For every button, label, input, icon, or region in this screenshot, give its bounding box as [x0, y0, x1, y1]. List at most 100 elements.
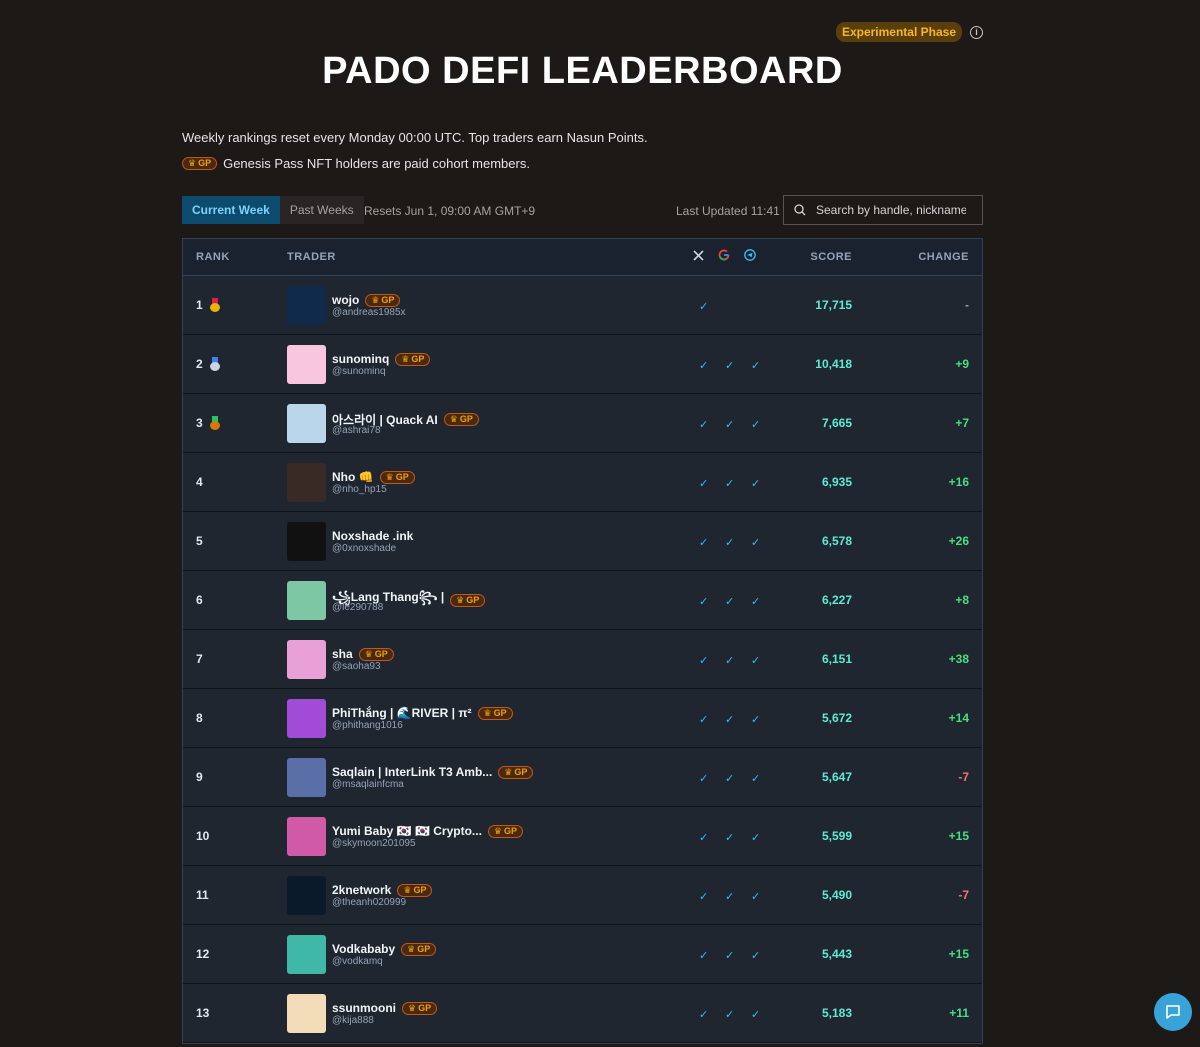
trader-handle[interactable]: @phithang1016 [332, 720, 403, 731]
trader-handle[interactable]: @ashrai78 [332, 425, 381, 436]
rank-change: +11 [949, 1006, 969, 1020]
trader-handle[interactable]: @le290788 [332, 602, 383, 613]
avatar[interactable] [287, 876, 326, 915]
avatar[interactable] [287, 994, 326, 1033]
crown-icon: ♛ [385, 471, 394, 482]
rank-change: -7 [958, 888, 969, 902]
trader-handle[interactable]: @sunominq [332, 366, 386, 377]
search-box[interactable] [783, 195, 983, 225]
rank-change: -7 [958, 770, 969, 784]
tab-past-weeks[interactable]: Past Weeks [279, 196, 364, 224]
score: 6,227 [821, 593, 852, 607]
avatar[interactable] [287, 463, 326, 502]
avatar[interactable] [287, 404, 326, 443]
table-row[interactable]: 5 Noxshade .ink @0xnoxshade ✓ ✓ ✓ 6,578 +2… [183, 512, 982, 571]
trader-name[interactable]: Yumi Baby 🇰🇷 🇰🇷 Crypto... [332, 824, 482, 838]
rank-cell: 9 [196, 770, 203, 784]
trader-name[interactable]: PhiThắng | 🌊RIVER | π² [332, 706, 472, 720]
trader-name-line: sha ♛ GP [332, 647, 394, 661]
telegram-icon [744, 249, 756, 264]
trader-name[interactable]: Noxshade .ink [332, 529, 413, 543]
x-verified-check-icon: ✓ [699, 360, 709, 372]
trader-name[interactable]: Vodkababy [332, 942, 395, 956]
crown-icon: ♛ [407, 943, 416, 954]
avatar[interactable] [287, 522, 326, 561]
chat-button[interactable] [1154, 993, 1192, 1031]
trader-name[interactable]: sunominq [332, 352, 389, 366]
table-row[interactable]: 2 sunominq ♛ GP @sunominq ✓ ✓ ✓ 10,418 +9 [183, 335, 982, 394]
telegram-verified-check-icon: ✓ [751, 714, 761, 726]
avatar[interactable] [287, 286, 326, 325]
header-rank: RANK [196, 251, 230, 263]
search-icon [794, 204, 806, 216]
trader-handle[interactable]: @theanh020999 [332, 897, 406, 908]
info-icon[interactable]: i [970, 25, 983, 39]
score: 10,418 [815, 357, 852, 371]
table-row[interactable]: 3 아스라이 | Quack AI ♛ GP @ashrai78 ✓ ✓ ✓ 7,665… [183, 394, 982, 453]
gp-badge: ♛ GP [358, 647, 394, 661]
trader-handle[interactable]: @saoha93 [332, 661, 381, 672]
x-icon [693, 250, 704, 264]
telegram-verified-check-icon: ✓ [751, 537, 761, 549]
trader-name[interactable]: 2knetwork [332, 883, 391, 897]
telegram-verified-check-icon: ✓ [751, 773, 761, 785]
trader-name[interactable]: ssunmooni [332, 1001, 396, 1015]
rank-change: +26 [948, 534, 969, 548]
table-row[interactable]: 10 Yumi Baby 🇰🇷 🇰🇷 Crypto... ♛ GP @skymoon… [183, 807, 982, 866]
crown-icon: ♛ [364, 648, 373, 659]
table-row[interactable]: 13 ssunmooni ♛ GP @kija888 ✓ ✓ ✓ 5,183 +11 [183, 984, 982, 1043]
trader-name[interactable]: Saqlain | InterLink T3 Amb... [332, 765, 492, 779]
avatar[interactable] [287, 581, 326, 620]
rank-number: 2 [196, 357, 203, 371]
avatar[interactable] [287, 345, 326, 384]
trader-handle[interactable]: @kija888 [332, 1015, 374, 1026]
avatar[interactable] [287, 699, 326, 738]
gp-badge: ♛ GP [498, 765, 534, 779]
google-verified-check-icon: ✓ [725, 655, 735, 667]
trader-handle[interactable]: @andreas1985x [332, 307, 406, 318]
trader-handle[interactable]: @vodkamq [332, 956, 383, 967]
intro-text: Weekly rankings reset every Monday 00:00… [182, 130, 648, 145]
table-row[interactable]: 12 Vodkababy ♛ GP @vodkamq ✓ ✓ ✓ 5,443 +15 [183, 925, 982, 984]
search-input[interactable] [816, 203, 966, 217]
x-verified-check-icon: ✓ [699, 419, 709, 431]
trader-name-line: Noxshade .ink [332, 529, 413, 543]
score: 5,490 [821, 888, 852, 902]
avatar[interactable] [287, 758, 326, 797]
avatar[interactable] [287, 935, 326, 974]
telegram-verified-check-icon: ✓ [751, 891, 761, 903]
gp-badge: ♛ GP [487, 824, 523, 838]
table-row[interactable]: 1 wojo ♛ GP @andreas1985x ✓ 17,715 - [183, 276, 982, 335]
table-row[interactable]: 6 ꧁Lang Thang꧂ | ♛ GP @le290788 ✓ ✓ ✓ 6,227 … [183, 571, 982, 630]
trader-name[interactable]: sha [332, 647, 353, 661]
crown-icon: ♛ [403, 884, 412, 895]
telegram-verified-check-icon: ✓ [751, 360, 761, 372]
trader-name-line: Nho 👊 ♛ GP [332, 470, 415, 484]
avatar[interactable] [287, 640, 326, 679]
google-verified-check-icon: ✓ [725, 537, 735, 549]
trader-handle[interactable]: @nho_hp15 [332, 484, 387, 495]
table-row[interactable]: 9 Saqlain | InterLink T3 Amb... ♛ GP @msaq… [183, 748, 982, 807]
score: 5,183 [821, 1006, 852, 1020]
x-verified-check-icon: ✓ [699, 478, 709, 490]
table-row[interactable]: 8 PhiThắng | 🌊RIVER | π² ♛ GP @phithang101… [183, 689, 982, 748]
tab-current-week[interactable]: Current Week [182, 196, 280, 224]
trader-name-line: PhiThắng | 🌊RIVER | π² ♛ GP [332, 706, 513, 720]
gp-badge: ♛ GP [182, 157, 218, 170]
trader-name-line: Vodkababy ♛ GP [332, 942, 437, 956]
table-row[interactable]: 11 2knetwork ♛ GP @theanh020999 ✓ ✓ ✓ 5,490 … [183, 866, 982, 925]
trader-handle[interactable]: @0xnoxshade [332, 543, 396, 554]
trader-handle[interactable]: @skymoon201095 [332, 838, 416, 849]
table-row[interactable]: 7 sha ♛ GP @saoha93 ✓ ✓ ✓ 6,151 +38 [183, 630, 982, 689]
rank-change: +38 [948, 652, 969, 666]
trader-name[interactable]: wojo [332, 293, 359, 307]
x-verified-check-icon: ✓ [699, 714, 709, 726]
trader-handle[interactable]: @msaqlainfcma [332, 779, 404, 790]
trader-name[interactable]: Nho 👊 [332, 470, 374, 484]
chat-bubble-icon [1166, 1005, 1180, 1019]
table-row[interactable]: 4 Nho 👊 ♛ GP @nho_hp15 ✓ ✓ ✓ 6,935 +16 [183, 453, 982, 512]
avatar[interactable] [287, 817, 326, 856]
rank-change: +16 [948, 475, 969, 489]
gp-badge: ♛ GP [477, 706, 513, 720]
x-verified-check-icon: ✓ [699, 1009, 709, 1021]
